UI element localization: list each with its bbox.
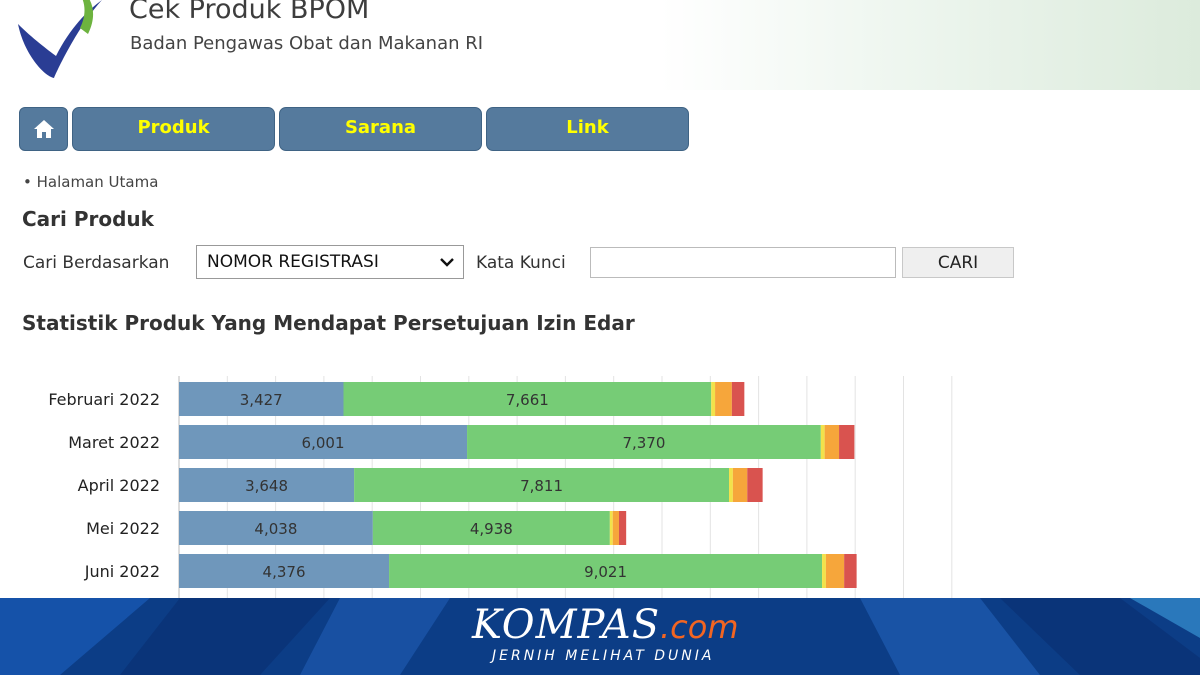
keyword-label: Kata Kunci — [476, 253, 566, 273]
data-label: 9,021 — [584, 563, 627, 581]
bar-segment — [825, 554, 845, 588]
kompas-banner: KOMPAS .com JERNIH MELIHAT DUNIA — [0, 598, 1200, 675]
stacked-bar-chart: Februari 2022 3,427 7,661 Maret 2022 6,001 7,… — [48, 376, 953, 600]
bar-segment — [715, 382, 732, 416]
kompas-logo-text: KOMPAS — [472, 602, 661, 648]
kompas-tagline: JERNIH MELIHAT DUNIA — [492, 648, 715, 664]
bar-segment — [820, 425, 825, 459]
bar-segment — [612, 511, 619, 545]
search-by-select[interactable]: NOMOR REGISTRASI — [196, 245, 464, 279]
data-label: 7,661 — [506, 391, 549, 409]
data-label: 7,370 — [622, 434, 665, 452]
data-label: 4,038 — [254, 520, 297, 538]
bpom-check-logo-icon[interactable] — [14, 0, 104, 80]
category-label: Juni 2022 — [84, 562, 160, 581]
nav-tab-produk[interactable]: Produk — [72, 107, 275, 151]
bar-segment — [822, 554, 826, 588]
breadcrumb[interactable]: • Halaman Utama — [23, 173, 158, 191]
category-label: Maret 2022 — [68, 433, 160, 452]
bar-segment — [747, 468, 763, 502]
bar-segment — [729, 468, 733, 502]
bar-segment — [711, 382, 716, 416]
site-subtitle: Badan Pengawas Obat dan Makanan RI — [130, 33, 484, 54]
data-label: 4,938 — [470, 520, 513, 538]
nav-home-button[interactable] — [19, 107, 68, 151]
category-label: Mei 2022 — [86, 519, 160, 538]
data-label: 6,001 — [302, 434, 345, 452]
search-section-title: Cari Produk — [22, 207, 154, 231]
search-by-label: Cari Berdasarkan — [23, 253, 170, 273]
stats-title: Statistik Produk Yang Mendapat Persetuju… — [22, 311, 635, 335]
site-title: Cek Produk BPOM — [129, 0, 370, 25]
search-by-selected-value: NOMOR REGISTRASI — [207, 252, 379, 272]
data-label: 3,648 — [245, 477, 288, 495]
search-button[interactable]: CARI — [902, 247, 1014, 278]
bar-segment — [731, 382, 745, 416]
home-icon — [33, 120, 54, 138]
main-nav: Produk Sarana Link — [19, 107, 689, 151]
bar-segment — [732, 468, 748, 502]
data-label: 3,427 — [240, 391, 283, 409]
kompas-logo-suffix: .com — [660, 608, 739, 646]
bar-segment — [609, 511, 613, 545]
keyword-input[interactable] — [590, 247, 896, 278]
data-label: 7,811 — [520, 477, 563, 495]
bar-segment — [824, 425, 840, 459]
bar-segment — [844, 554, 857, 588]
chevron-down-icon — [440, 258, 454, 267]
bar-segment — [618, 511, 627, 545]
category-label: Februari 2022 — [48, 390, 160, 409]
data-label: 4,376 — [263, 563, 306, 581]
nav-tab-link[interactable]: Link — [486, 107, 689, 151]
category-label: April 2022 — [78, 476, 160, 495]
bar-segment — [839, 425, 855, 459]
nav-tab-sarana[interactable]: Sarana — [279, 107, 482, 151]
